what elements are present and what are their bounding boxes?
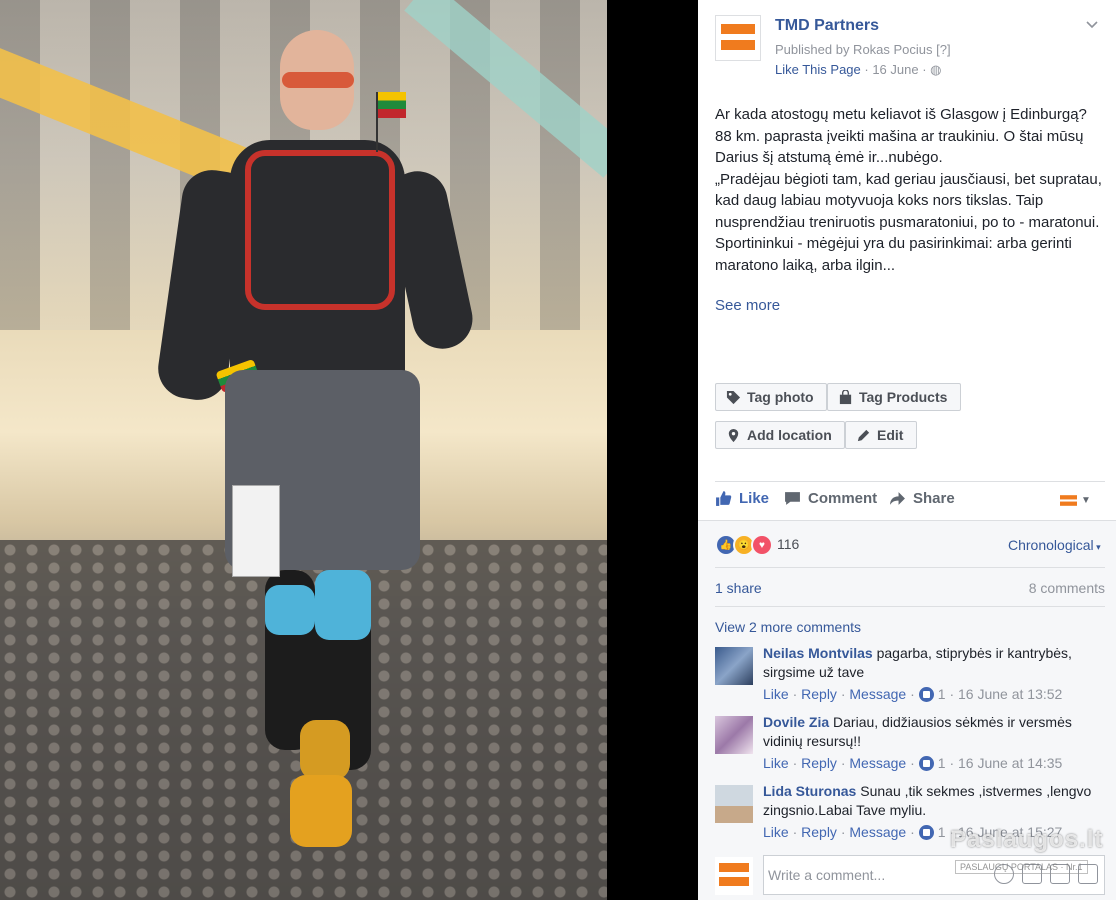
reactions-count[interactable]: 116: [777, 536, 799, 552]
add-location-button[interactable]: Add location: [715, 421, 845, 449]
comment-message-link[interactable]: Message: [849, 755, 906, 771]
comment-label: Comment: [808, 490, 878, 507]
page-avatar[interactable]: [715, 15, 761, 61]
love-reaction-icon: ♥: [751, 534, 773, 556]
stats-divider: [715, 567, 1105, 568]
shares-count[interactable]: 1 share: [715, 580, 762, 596]
shopping-bag-icon: [839, 389, 852, 404]
commenter-name[interactable]: Neilas Montvilas: [763, 645, 873, 661]
edit-label: Edit: [877, 427, 904, 443]
comment-like-link[interactable]: Like: [763, 755, 789, 771]
comment-like-count[interactable]: 1: [938, 755, 946, 771]
thumbs-up-icon: [716, 491, 732, 506]
comment-body: Dovile Zia Dariau, didžiausios sėkmės ir…: [763, 713, 1103, 751]
shares-divider: [715, 606, 1105, 607]
commenter-avatar[interactable]: [715, 647, 753, 685]
add-location-label: Add location: [747, 427, 832, 443]
published-by: Published by Rokas Pocius [?]: [775, 42, 951, 57]
comment-message-link[interactable]: Message: [849, 686, 906, 702]
like-badge-icon: [918, 755, 934, 771]
comments-top-divider: [698, 520, 1116, 521]
comment-button[interactable]: Comment: [784, 490, 877, 507]
share-button[interactable]: Share: [889, 490, 955, 507]
commenter-name[interactable]: Dovile Zia: [763, 714, 829, 730]
share-label: Share: [913, 490, 955, 507]
post-photo[interactable]: [0, 0, 607, 900]
comment-message-link[interactable]: Message: [849, 824, 906, 840]
comment-like-link[interactable]: Like: [763, 686, 789, 702]
like-badge-icon: [918, 824, 934, 840]
comment-body: Lida Sturonas Sunau ,tik sekmes ,istverm…: [763, 782, 1103, 820]
page-mini-logo-icon: [1060, 495, 1077, 506]
post-as-selector[interactable]: ▼: [1060, 492, 1091, 509]
caret-down-icon: ▼: [1081, 495, 1091, 506]
comment-reply-link[interactable]: Reply: [801, 824, 837, 840]
commenter-avatar[interactable]: [715, 716, 753, 754]
post-text: Ar kada atostogų metu keliavot iš Glasgo…: [715, 106, 1102, 274]
like-badge-icon: [918, 686, 934, 702]
post-sidebar: TMD Partners Published by Rokas Pocius […: [698, 0, 1116, 900]
photo-runner: [154, 30, 479, 850]
pencil-icon: [857, 429, 870, 441]
composer-page-avatar: [715, 857, 753, 895]
like-label: Like: [739, 490, 770, 507]
edit-button[interactable]: Edit: [845, 421, 917, 449]
lithuanian-flag: [378, 92, 406, 118]
comment-actions: Like · Reply · Message · 1 · 16 June at 1…: [763, 686, 1063, 702]
tag-photo-label: Tag photo: [747, 389, 814, 405]
watermark-subtitle: PASLAUGŲ PORTALAS · Nr.1: [955, 860, 1088, 874]
comment-reply-link[interactable]: Reply: [801, 686, 837, 702]
comment-bubble-icon: [785, 492, 800, 505]
post-options-chevron-icon[interactable]: [1086, 16, 1098, 32]
comment-time[interactable]: 16 June at 14:35: [958, 755, 1062, 771]
caret-down-icon: ▾: [1093, 542, 1101, 552]
actions-top-divider: [715, 481, 1105, 482]
share-arrow-icon: [890, 492, 905, 505]
see-more-link[interactable]: See more: [715, 297, 780, 314]
like-this-page-link[interactable]: Like This Page: [775, 62, 861, 77]
comment-reply-link[interactable]: Reply: [801, 755, 837, 771]
commenter-avatar[interactable]: [715, 785, 753, 823]
page-name-link[interactable]: TMD Partners: [775, 17, 879, 35]
comment-input-placeholder: Write a comment...: [768, 867, 886, 883]
watermark-logo: Paslaugos.lt: [950, 826, 1104, 853]
globe-icon: ◍: [930, 62, 942, 77]
view-more-comments-link[interactable]: View 2 more comments: [715, 619, 861, 635]
commenter-name[interactable]: Lida Sturonas: [763, 783, 856, 799]
comment-sort-label: Chronological: [1008, 537, 1094, 553]
comment-actions: Like · Reply · Message · 1 · 16 June at 1…: [763, 755, 1063, 771]
comment-time[interactable]: 16 June at 13:52: [958, 686, 1062, 702]
comment-body: Neilas Montvilas pagarba, stiprybės ir k…: [763, 644, 1103, 682]
post-date: · 16 June ·: [860, 62, 931, 77]
tag-icon: [726, 390, 741, 404]
tag-products-label: Tag Products: [859, 389, 948, 405]
reactions-icons[interactable]: 👍 😮 ♥: [715, 534, 773, 556]
location-pin-icon: [728, 428, 739, 442]
tag-photo-button[interactable]: Tag photo: [715, 383, 827, 411]
comments-count[interactable]: 8 comments: [1029, 580, 1105, 596]
comment-sort-dropdown[interactable]: Chronological ▾: [1008, 537, 1101, 553]
comment-like-count[interactable]: 1: [938, 824, 946, 840]
race-bib: [232, 485, 280, 577]
post-meta-line: Like This Page · 16 June · ◍: [775, 62, 941, 78]
comment-like-link[interactable]: Like: [763, 824, 789, 840]
comment-like-count[interactable]: 1: [938, 686, 946, 702]
tag-products-button[interactable]: Tag Products: [827, 383, 961, 411]
like-button[interactable]: Like: [715, 490, 769, 507]
photo-viewer-gutter: [607, 0, 698, 900]
